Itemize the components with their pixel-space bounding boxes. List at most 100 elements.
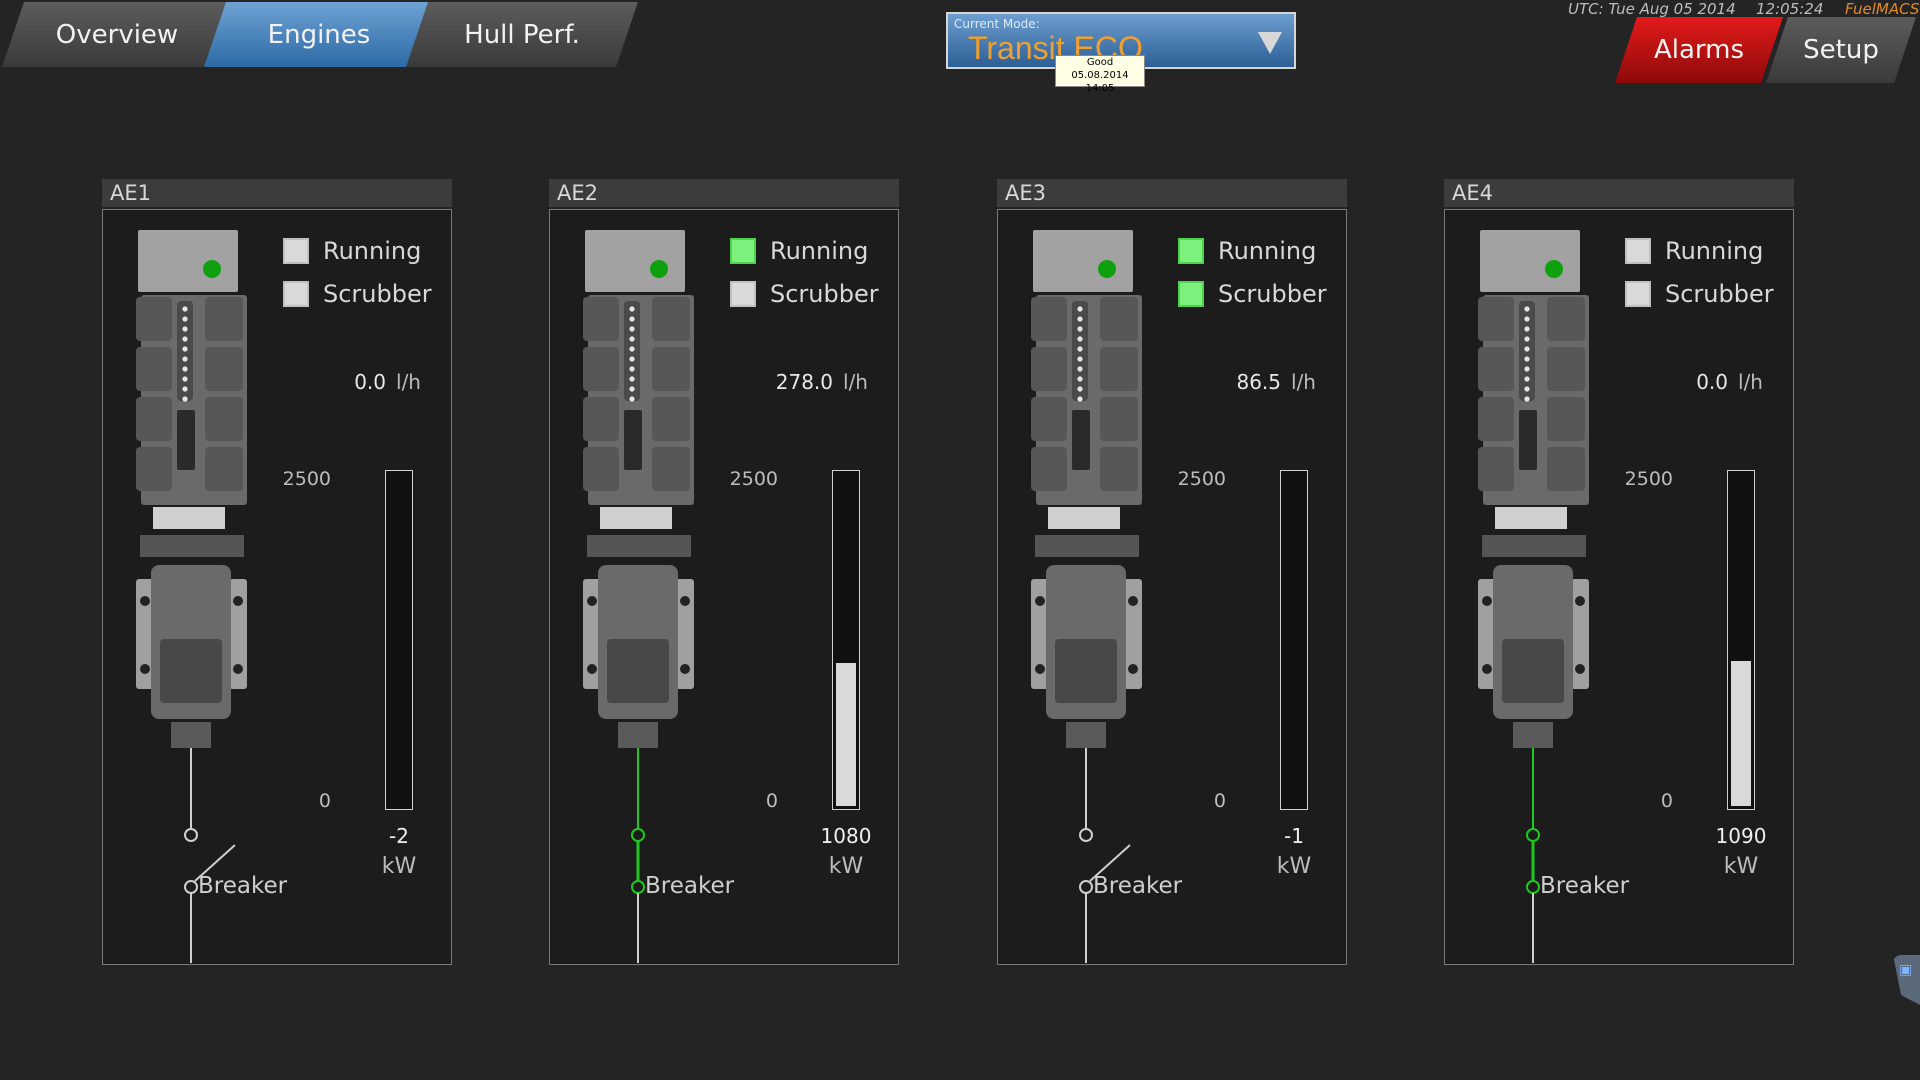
setup-label: Setup (1803, 35, 1879, 65)
fuel-flow-value: 86.5 (1236, 370, 1282, 394)
bar-min-label: 0 (318, 790, 331, 812)
generator-terminal (171, 722, 211, 748)
tooltip-quality: Good (1086, 57, 1114, 68)
breaker-contact-bottom (631, 880, 645, 894)
fuel-flow-unit: l/h (396, 370, 421, 394)
engine-panel-title: AE2 (549, 179, 899, 207)
genset-diagram (1478, 230, 1589, 963)
scrubber-label: Scrubber (1665, 280, 1774, 308)
tab-overview[interactable]: Overview (2, 2, 232, 67)
scrubber-indicator (1625, 281, 1651, 307)
genset-diagram (1031, 230, 1142, 963)
engine-panel: Running Scrubber 86.5 l/h 2500 0 -1 kW Br… (997, 209, 1347, 965)
breaker-label: Breaker (1093, 873, 1183, 899)
running-indicator (1625, 238, 1651, 264)
power-bar (385, 470, 413, 810)
tooltip-time: 05.08.2014 14:05 (1071, 70, 1129, 94)
engine-head (1033, 230, 1133, 292)
setup-button[interactable]: Setup (1766, 17, 1916, 83)
engine-coupling (1048, 507, 1120, 529)
fuel-flow-value: 278.0 (775, 370, 834, 394)
bar-max-label: 2500 (282, 468, 331, 490)
engine-status-light (1098, 260, 1116, 278)
bar-max-label: 2500 (729, 468, 778, 490)
engine-status-light (203, 260, 221, 278)
bar-max-label: 2500 (1624, 468, 1673, 490)
breaker-contact-top (1526, 828, 1540, 842)
engine-panel: Running Scrubber 0.0 l/h 2500 0 -2 kW Bre… (102, 209, 452, 965)
engine-coupling (1495, 507, 1567, 529)
engine-panel-title: AE1 (102, 179, 452, 207)
engine-panel: Running Scrubber 278.0 l/h 2500 0 1080 kW… (549, 209, 899, 965)
power-bar-fill (836, 663, 856, 806)
engine-base (1035, 535, 1139, 557)
power-value: -2 (389, 824, 409, 848)
mode-tooltip: Good 05.08.2014 14:05 (1055, 55, 1145, 94)
running-indicator (283, 238, 309, 264)
power-bar (1280, 470, 1308, 810)
scrubber-indicator (730, 281, 756, 307)
tab-engines[interactable]: Engines (204, 2, 434, 67)
engine-base (140, 535, 244, 557)
power-unit: kW (381, 854, 417, 879)
fuel-flow-readout: 278.0 l/h (776, 370, 868, 394)
alarms-label: Alarms (1653, 35, 1745, 65)
generator-terminal (1513, 722, 1553, 748)
fuel-flow-value: 0.0 (1696, 370, 1729, 394)
power-unit: kW (828, 854, 864, 879)
running-label: Running (1665, 237, 1764, 265)
engine-base (1482, 535, 1586, 557)
engine-coupling (153, 507, 225, 529)
fuel-flow-readout: 0.0 l/h (1696, 370, 1763, 394)
genset-diagram (136, 230, 247, 963)
breaker-label: Breaker (1540, 873, 1630, 899)
breaker-contact-bottom (1526, 880, 1540, 894)
power-bar-fill (1731, 661, 1751, 806)
fuel-flow-readout: 86.5 l/h (1236, 370, 1316, 394)
engine-panel-title: AE3 (997, 179, 1347, 207)
power-unit: kW (1276, 854, 1312, 879)
power-bar (832, 470, 860, 810)
power-unit: kW (1723, 854, 1759, 879)
fuel-flow-unit: l/h (843, 370, 868, 394)
scrubber-label: Scrubber (323, 280, 432, 308)
tab-hull-perf-label: Hull Perf. (464, 19, 580, 50)
fuel-flow-readout: 0.0 l/h (354, 370, 421, 394)
fuel-flow-unit: l/h (1291, 370, 1316, 394)
scrubber-label: Scrubber (770, 280, 879, 308)
engine-status-light (650, 260, 668, 278)
engine-panel-title: AE4 (1444, 179, 1794, 207)
chat-icon: ▣ (1899, 962, 1913, 978)
bar-min-label: 0 (765, 790, 778, 812)
breaker-contact-bottom (1079, 880, 1093, 894)
chevron-down-icon (1258, 32, 1282, 54)
breaker-contact-bottom (184, 880, 198, 894)
tab-hull-perf[interactable]: Hull Perf. (406, 2, 638, 67)
bar-max-label: 2500 (1177, 468, 1226, 490)
engine-coupling (600, 507, 672, 529)
genset-diagram (583, 230, 694, 963)
breaker-contact-top (184, 828, 198, 842)
scrubber-label: Scrubber (1218, 280, 1327, 308)
engine-status-light (1545, 260, 1563, 278)
bar-min-label: 0 (1660, 790, 1673, 812)
running-label: Running (323, 237, 422, 265)
utc-time: 12:05:24 (1756, 0, 1824, 18)
mode-caption: Current Mode: (954, 17, 1040, 31)
bar-min-label: 0 (1213, 790, 1226, 812)
power-value: 1080 (820, 824, 872, 848)
brand-logo: FuelMACS (1845, 0, 1920, 18)
engine-head (585, 230, 685, 292)
generator-terminal (1066, 722, 1106, 748)
running-label: Running (770, 237, 869, 265)
breaker-contact-top (631, 828, 645, 842)
side-widget[interactable]: ▣ (1893, 955, 1920, 1005)
engine-panel: Running Scrubber 0.0 l/h 2500 0 1090 kW B… (1444, 209, 1794, 965)
tab-overview-label: Overview (55, 19, 179, 50)
alarms-button[interactable]: Alarms (1615, 17, 1783, 83)
fuel-flow-value: 0.0 (354, 370, 387, 394)
breaker-label: Breaker (645, 873, 735, 899)
generator-terminal (618, 722, 658, 748)
power-value: -1 (1284, 824, 1304, 848)
breaker-label: Breaker (198, 873, 288, 899)
